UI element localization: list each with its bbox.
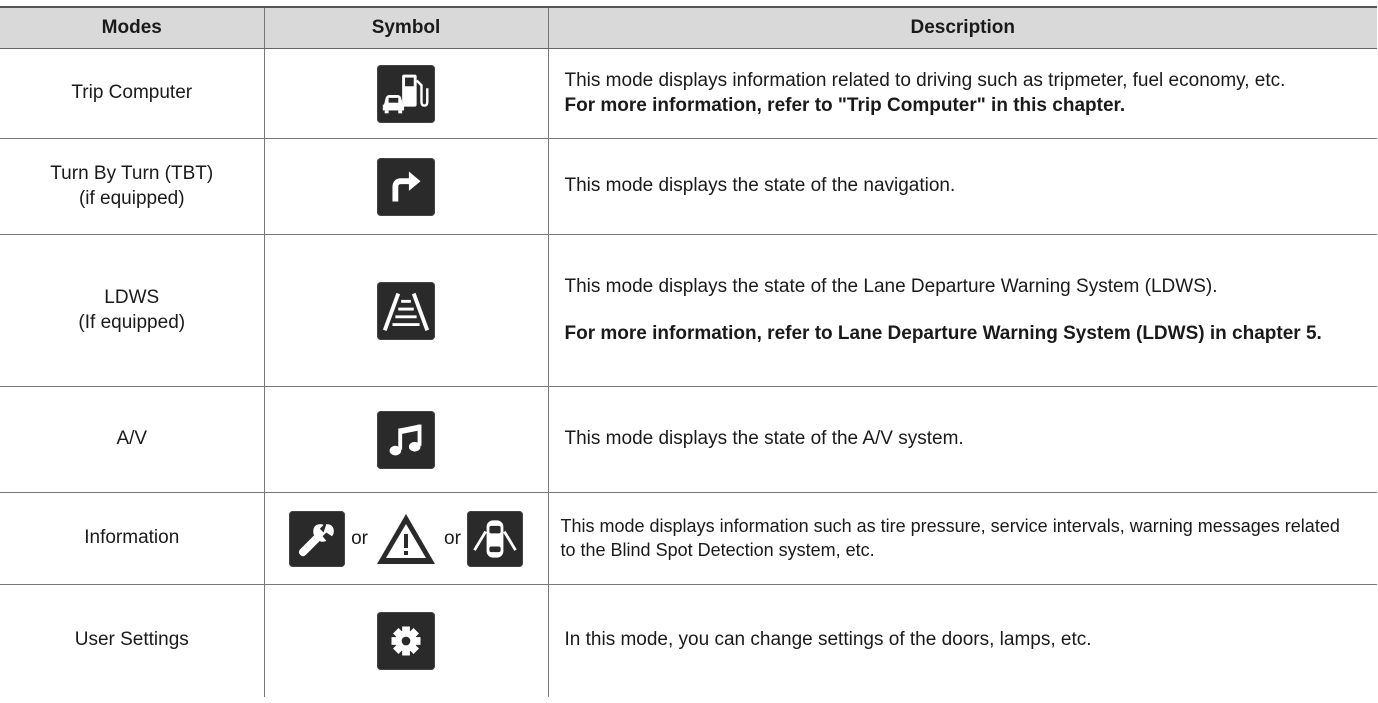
description-cell: This mode displays the state of the A/V … bbox=[547, 386, 1377, 493]
description-text: This mode displays information related t… bbox=[564, 69, 1286, 91]
table-row: Trip Computer This mode displays informa… bbox=[0, 48, 1377, 139]
description-text: This mode displays the state of the A/V … bbox=[564, 428, 964, 450]
mode-name: A/V bbox=[0, 386, 264, 493]
symbol-cell bbox=[263, 48, 548, 139]
mode-name: Trip Computer bbox=[0, 48, 264, 139]
modes-table: Modes Symbol Description Trip Computer T… bbox=[0, 6, 1377, 697]
or-separator: or bbox=[444, 527, 461, 549]
header-description: Description bbox=[547, 6, 1377, 49]
symbol-cell bbox=[263, 386, 548, 493]
header-row: Modes Symbol Description bbox=[0, 6, 1377, 49]
car-doors-open-icon bbox=[466, 510, 523, 567]
lane-departure-icon bbox=[377, 281, 435, 340]
warning-triangle-icon bbox=[374, 510, 438, 568]
mode-name: User Settings bbox=[74, 629, 189, 651]
description-note: For more information, refer to "Trip Com… bbox=[564, 94, 1126, 116]
description-cell: This mode displays information related t… bbox=[547, 48, 1377, 139]
table-row: Information or or This mode displays inf… bbox=[0, 492, 1377, 585]
description-cell: This mode displays the state of the Lane… bbox=[547, 234, 1377, 387]
description-cell: This mode displays the state of the navi… bbox=[547, 138, 1377, 235]
fuel-pump-car-icon bbox=[377, 64, 435, 123]
description-note: For more information, refer to Lane Depa… bbox=[564, 322, 1322, 344]
header-symbol: Symbol bbox=[263, 6, 548, 49]
description-text: In this mode, you can change settings of… bbox=[564, 629, 1092, 651]
music-note-icon bbox=[377, 410, 435, 469]
symbol-cell bbox=[263, 584, 548, 697]
symbol-cell bbox=[263, 138, 548, 235]
symbol-cell bbox=[263, 234, 548, 387]
description-text: This mode displays the state of the navi… bbox=[564, 175, 956, 197]
mode-name: Turn By Turn (TBT) (if equipped) bbox=[0, 138, 264, 235]
mode-name: Information bbox=[0, 492, 264, 585]
mode-name: LDWS (If equipped) bbox=[0, 234, 264, 387]
table-row: A/V This mode displays the state of the … bbox=[0, 386, 1377, 493]
header-modes: Modes bbox=[0, 6, 264, 49]
table-row: User Settings In this mode, you can chan… bbox=[0, 584, 1377, 697]
wrench-icon bbox=[289, 510, 346, 567]
description-text: This mode displays information such as t… bbox=[560, 516, 1340, 560]
symbol-cell: or or bbox=[263, 492, 548, 585]
description-cell: In this mode, you can change settings of… bbox=[547, 584, 1377, 697]
table-row: LDWS (If equipped) This mode displays th… bbox=[0, 234, 1377, 387]
or-separator: or bbox=[351, 527, 368, 549]
description-cell: This mode displays information such as t… bbox=[547, 492, 1377, 585]
turn-right-arrow-icon bbox=[377, 157, 435, 216]
description-text: This mode displays the state of the Lane… bbox=[564, 275, 1218, 297]
gear-icon bbox=[377, 611, 435, 670]
table-row: Turn By Turn (TBT) (if equipped) This mo… bbox=[0, 138, 1377, 235]
